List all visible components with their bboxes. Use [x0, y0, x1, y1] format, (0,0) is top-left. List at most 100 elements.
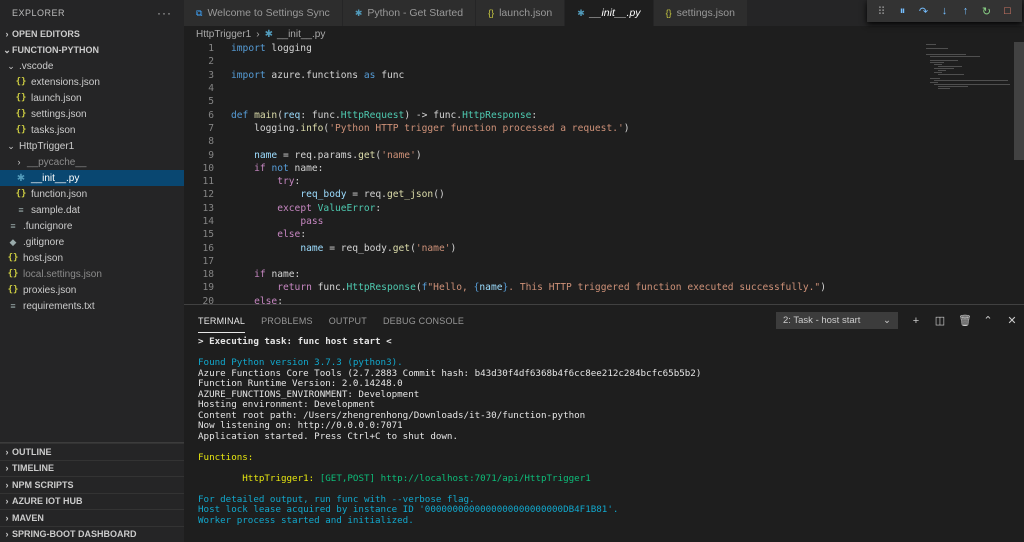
tree-item-label: local.settings.json [23, 268, 102, 280]
tab-welcome-to-settings-sync[interactable]: ⧉ Welcome to Settings Sync [184, 0, 343, 26]
vscode-icon: ⧉ [196, 7, 203, 18]
section-spring-boot-dashboard[interactable]: › SPRING-BOOT DASHBOARD [0, 525, 184, 542]
tree-file[interactable]: ≡ .funcignore [0, 218, 184, 234]
code-line: 17 [184, 255, 1014, 268]
chevron-down-icon: ⌄ [7, 140, 15, 151]
line-number: 12 [202, 189, 214, 201]
project-section[interactable]: ⌄ FUNCTION-PYTHON [0, 42, 184, 58]
editor-scrollbar[interactable] [1014, 42, 1024, 160]
step-over-icon[interactable]: ↷ [916, 5, 932, 18]
code-line: 10 if not name: [184, 162, 1014, 175]
tree-file[interactable]: {} tasks.json [0, 122, 184, 138]
tree-item-label: settings.json [31, 108, 87, 120]
terminal-line: Functions: [198, 452, 1018, 464]
chevron-down-icon: ⌄ [3, 44, 11, 55]
tree-item-label: __pycache__ [27, 156, 87, 168]
section-timeline[interactable]: › TIMELINE [0, 459, 184, 477]
line-number: 18 [202, 269, 214, 281]
tree-folder[interactable]: ⌄ .vscode [0, 58, 184, 74]
code-token: if [254, 269, 266, 281]
tree-item-label: .vscode [19, 60, 54, 72]
minimap[interactable] [922, 42, 1014, 122]
tree-file[interactable]: {} local.settings.json [0, 266, 184, 282]
tab-init-py[interactable]: ✱ __init__.py [565, 0, 654, 26]
terminal-text: AZURE_FUNCTIONS_ENVIRONMENT: Development [198, 388, 420, 400]
close-panel-icon[interactable]: ✕ [1006, 314, 1018, 327]
code-line: 15 else: [184, 228, 1014, 241]
maximize-panel-icon[interactable]: ⌃ [982, 314, 994, 327]
step-out-icon[interactable]: ↑ [958, 5, 974, 17]
line-number: 10 [202, 162, 214, 174]
tree-folder[interactable]: › __pycache__ [0, 154, 184, 170]
tab-label: settings.json [676, 7, 735, 19]
line-number: 11 [202, 176, 214, 188]
trash-icon[interactable]: 🗑 [958, 314, 972, 327]
code-line: 7 logging. info('Python HTTP trigger func… [184, 122, 1014, 135]
code-token: if [254, 162, 266, 174]
breadcrumb-file[interactable]: __init__.py [277, 29, 325, 40]
code-line: 19 return func. HttpResponse(f "Hello, {na… [184, 281, 1014, 294]
section-npm-scripts[interactable]: › NPM SCRIPTS [0, 476, 184, 493]
section-outline[interactable]: › OUTLINE [0, 443, 184, 460]
ellipsis-icon[interactable]: ··· [157, 6, 172, 20]
section-azure-iot-hub[interactable]: › AZURE IOT HUB [0, 492, 184, 510]
line-number: 13 [202, 202, 214, 214]
tree-file[interactable]: {} proxies.json [0, 282, 184, 298]
breadcrumb-folder[interactable]: HttpTrigger1 [196, 29, 251, 40]
line-number: 3 [208, 69, 214, 81]
line-number: 20 [202, 295, 214, 304]
panel-tab-output[interactable]: OUTPUT [329, 308, 367, 332]
code-token: get [358, 149, 376, 161]
terminal-output[interactable]: > Executing task: func host start < Found… [198, 336, 1018, 526]
code-token: 'name' [381, 149, 416, 161]
tree-file[interactable]: {} settings.json [0, 106, 184, 122]
code-editor[interactable]: 1 import logging 2 3 import azure.functions … [184, 42, 1014, 304]
code-token: = req. [346, 189, 387, 201]
tree-folder[interactable]: ⌄ HttpTrigger1 [0, 138, 184, 154]
tree-file[interactable]: ≡ sample.dat [0, 202, 184, 218]
tree-file[interactable]: ✱ __init__.py [0, 170, 184, 186]
code-token: . This HTTP triggered function executed … [508, 282, 821, 294]
tab-launch-json[interactable]: {} launch.json [476, 0, 566, 26]
open-editors-label: OPEN EDITORS [12, 29, 80, 39]
tree-item-label: tasks.json [31, 124, 76, 136]
section-maven[interactable]: › MAVEN [0, 509, 184, 526]
code-token: : [375, 202, 382, 214]
open-editors-section[interactable]: › OPEN EDITORS [0, 26, 184, 42]
code-token: not [271, 162, 289, 174]
drag-handle-icon[interactable]: ⠿ [874, 5, 890, 18]
terminal-line: > Executing task: func host start < [198, 336, 1018, 348]
tree-file[interactable]: {} extensions.json [0, 74, 184, 90]
panel-tab-problems[interactable]: PROBLEMS [261, 308, 313, 332]
stop-icon[interactable]: □ [1000, 5, 1016, 17]
pause-icon[interactable]: ⏸ [895, 5, 911, 18]
terminal-select[interactable]: 2: Task - host start ⌄ [776, 312, 898, 329]
tree-item-label: sample.dat [31, 204, 80, 216]
tab-settings-json[interactable]: {} settings.json [653, 0, 748, 26]
code-token: else [254, 295, 278, 304]
tree-file[interactable]: {} host.json [0, 250, 184, 266]
panel-tab-terminal[interactable]: TERMINAL [198, 308, 246, 333]
step-into-icon[interactable]: ↓ [937, 5, 953, 17]
panel-tab-debug-console[interactable]: DEBUG CONSOLE [383, 308, 464, 332]
json-file-icon: {} [7, 253, 19, 263]
split-terminal-icon[interactable]: ◫ [934, 314, 946, 327]
tree-item-label: host.json [23, 252, 64, 264]
tree-file[interactable]: ◆ .gitignore [0, 234, 184, 250]
restart-icon[interactable]: ↻ [979, 5, 995, 18]
terminal-text: For detailed output, run func with --ver… [198, 493, 475, 505]
json-file-icon: {} [7, 285, 19, 295]
section-label: TIMELINE [12, 463, 54, 474]
code-token: func [375, 69, 405, 81]
add-terminal-icon[interactable]: + [910, 315, 922, 327]
chevron-down-icon: ⌄ [883, 315, 891, 326]
tree-file[interactable]: ≡ requirements.txt [0, 298, 184, 314]
code-line: 11 try: [184, 175, 1014, 188]
code-token: return [277, 282, 312, 294]
tab-python-get-started[interactable]: ✱ Python - Get Started [342, 0, 477, 26]
line-number: 14 [202, 216, 214, 227]
tree-item-label: function.json [31, 188, 88, 200]
tree-file[interactable]: {} function.json [0, 186, 184, 202]
tree-file[interactable]: {} launch.json [0, 90, 184, 106]
